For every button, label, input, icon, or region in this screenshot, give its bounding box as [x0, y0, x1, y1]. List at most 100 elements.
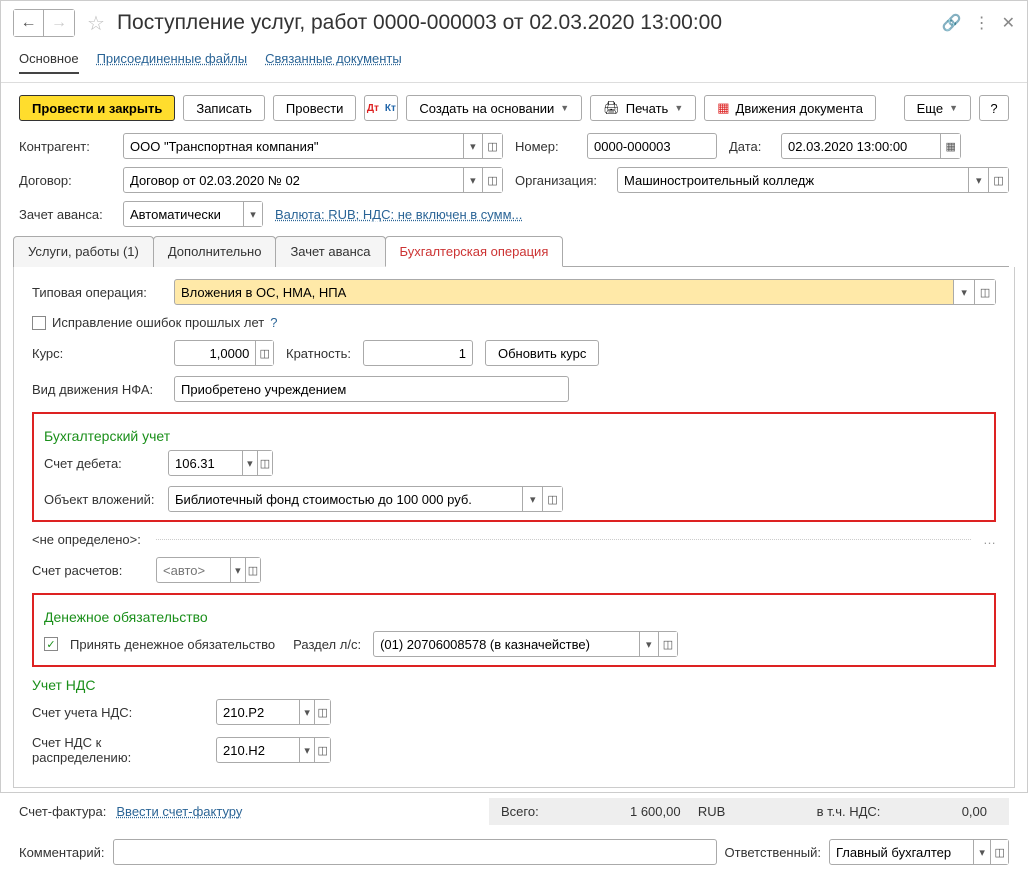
- tab-accounting-op[interactable]: Бухгалтерская операция: [385, 236, 564, 267]
- favorite-star-icon[interactable]: ☆: [87, 11, 105, 36]
- nfa-input[interactable]: [175, 377, 568, 401]
- open-icon[interactable]: ◫: [314, 700, 330, 724]
- vat-account-label: Счет учета НДС:: [32, 705, 204, 720]
- open-icon[interactable]: ◫: [245, 558, 260, 582]
- org-input[interactable]: [618, 168, 968, 192]
- debit-account-input[interactable]: [169, 451, 242, 475]
- open-icon[interactable]: ◫: [482, 168, 502, 192]
- comment-input[interactable]: [114, 840, 716, 864]
- dt-kt-button[interactable]: ДтКт: [364, 95, 398, 121]
- update-rate-button[interactable]: Обновить курс: [485, 340, 599, 366]
- help-hint-icon[interactable]: ?: [270, 315, 277, 330]
- tab-services[interactable]: Услуги, работы (1): [13, 236, 154, 267]
- open-icon[interactable]: ◫: [257, 451, 272, 475]
- tab-files[interactable]: Присоединенные файлы: [97, 45, 248, 74]
- vat-distribution-input[interactable]: [217, 738, 299, 762]
- enter-invoice-link[interactable]: Ввести счет-фактуру: [116, 804, 242, 819]
- movements-button[interactable]: ▦Движения документа: [704, 95, 876, 121]
- dropdown-icon[interactable]: ▾: [242, 451, 257, 475]
- dropdown-icon[interactable]: ▾: [463, 134, 483, 158]
- open-icon[interactable]: ◫: [255, 341, 273, 365]
- ellipsis-icon[interactable]: …: [983, 532, 996, 547]
- more-button[interactable]: Еще▼: [904, 95, 971, 121]
- link-icon[interactable]: 🔗: [942, 13, 962, 33]
- totals-bar: Всего: 1 600,00 RUB в т.ч. НДС: 0,00: [489, 798, 1009, 825]
- responsible-input[interactable]: [830, 840, 973, 864]
- accept-money-label: Принять денежное обязательство: [70, 637, 275, 652]
- dropdown-icon[interactable]: ▾: [953, 280, 974, 304]
- open-icon[interactable]: ◫: [990, 840, 1008, 864]
- mult-input[interactable]: [364, 341, 472, 365]
- nfa-label: Вид движения НФА:: [32, 382, 162, 397]
- post-button[interactable]: Провести: [273, 95, 357, 121]
- investment-object-input[interactable]: [169, 487, 522, 511]
- section-input[interactable]: [374, 632, 639, 656]
- open-icon[interactable]: ◫: [314, 738, 330, 762]
- page-title: Поступление услуг, работ 0000-000003 от …: [117, 11, 722, 35]
- rate-label: Курс:: [32, 346, 162, 361]
- operation-type-input[interactable]: [175, 280, 953, 304]
- settlement-account-input[interactable]: [157, 558, 230, 582]
- contract-label: Договор:: [19, 173, 111, 188]
- invoice-label: Счет-фактура:: [19, 804, 106, 819]
- tab-related[interactable]: Связанные документы: [265, 45, 402, 74]
- counterparty-input[interactable]: [124, 134, 463, 158]
- org-label: Организация:: [515, 173, 605, 188]
- open-icon[interactable]: ◫: [482, 134, 502, 158]
- responsible-label: Ответственный:: [725, 845, 821, 860]
- rate-input[interactable]: [175, 341, 255, 365]
- post-and-close-button[interactable]: Провести и закрыть: [19, 95, 175, 121]
- settlement-account-label: Счет расчетов:: [32, 563, 144, 578]
- forward-button[interactable]: →: [44, 10, 74, 36]
- date-input[interactable]: [782, 134, 940, 158]
- contract-input[interactable]: [124, 168, 463, 192]
- dropdown-icon[interactable]: ▾: [463, 168, 483, 192]
- printer-icon: 🖨: [603, 100, 620, 116]
- tab-advance-offset[interactable]: Зачет аванса: [275, 236, 385, 267]
- tab-main[interactable]: Основное: [19, 45, 79, 74]
- accounting-title: Бухгалтерский учет: [44, 428, 984, 444]
- accept-money-checkbox[interactable]: ✓: [44, 637, 58, 651]
- kebab-menu-icon[interactable]: ⋮: [974, 13, 990, 33]
- create-based-button[interactable]: Создать на основании▼: [406, 95, 582, 121]
- money-obligation-title: Денежное обязательство: [44, 609, 984, 625]
- counterparty-label: Контрагент:: [19, 139, 111, 154]
- currency-link[interactable]: Валюта: RUB; НДС: не включен в сумм...: [275, 207, 522, 222]
- number-input[interactable]: [588, 134, 716, 158]
- money-obligation-section: Денежное обязательство ✓ Принять денежно…: [32, 593, 996, 667]
- number-label: Номер:: [515, 139, 575, 154]
- open-icon[interactable]: ◫: [974, 280, 995, 304]
- help-button[interactable]: ?: [979, 95, 1009, 121]
- vat-title: Учет НДС: [32, 677, 996, 693]
- mult-label: Кратность:: [286, 346, 351, 361]
- undefined-label: <не определено>:: [32, 532, 144, 547]
- accounting-section: Бухгалтерский учет Счет дебета: ▾◫ Объек…: [32, 412, 996, 522]
- save-button[interactable]: Записать: [183, 95, 265, 121]
- open-icon[interactable]: ◫: [658, 632, 677, 656]
- dropdown-icon[interactable]: ▾: [639, 632, 658, 656]
- vat-account-input[interactable]: [217, 700, 299, 724]
- vat-distribution-label: Счет НДС к распределению:: [32, 735, 204, 765]
- calendar-icon[interactable]: ▦: [940, 134, 960, 158]
- dropdown-icon[interactable]: ▾: [230, 558, 245, 582]
- advance-input[interactable]: [124, 202, 243, 226]
- open-icon[interactable]: ◫: [542, 487, 562, 511]
- dropdown-icon[interactable]: ▾: [299, 700, 315, 724]
- tab-additional[interactable]: Дополнительно: [153, 236, 277, 267]
- open-icon[interactable]: ◫: [988, 168, 1008, 192]
- close-icon[interactable]: ✕: [1002, 13, 1015, 33]
- dropdown-icon[interactable]: ▾: [522, 487, 542, 511]
- comment-label: Комментарий:: [19, 845, 105, 860]
- print-button[interactable]: 🖨Печать▼: [590, 95, 696, 121]
- dropdown-icon[interactable]: ▾: [973, 840, 991, 864]
- nav-buttons: ← →: [13, 9, 75, 37]
- dropdown-icon[interactable]: ▾: [243, 202, 262, 226]
- fix-errors-label: Исправление ошибок прошлых лет: [52, 315, 264, 330]
- debit-account-label: Счет дебета:: [44, 456, 156, 471]
- investment-object-label: Объект вложений:: [44, 492, 156, 507]
- dropdown-icon[interactable]: ▾: [299, 738, 315, 762]
- fix-errors-checkbox[interactable]: [32, 316, 46, 330]
- dropdown-icon[interactable]: ▾: [968, 168, 988, 192]
- report-icon: ▦: [717, 100, 729, 116]
- back-button[interactable]: ←: [14, 10, 44, 36]
